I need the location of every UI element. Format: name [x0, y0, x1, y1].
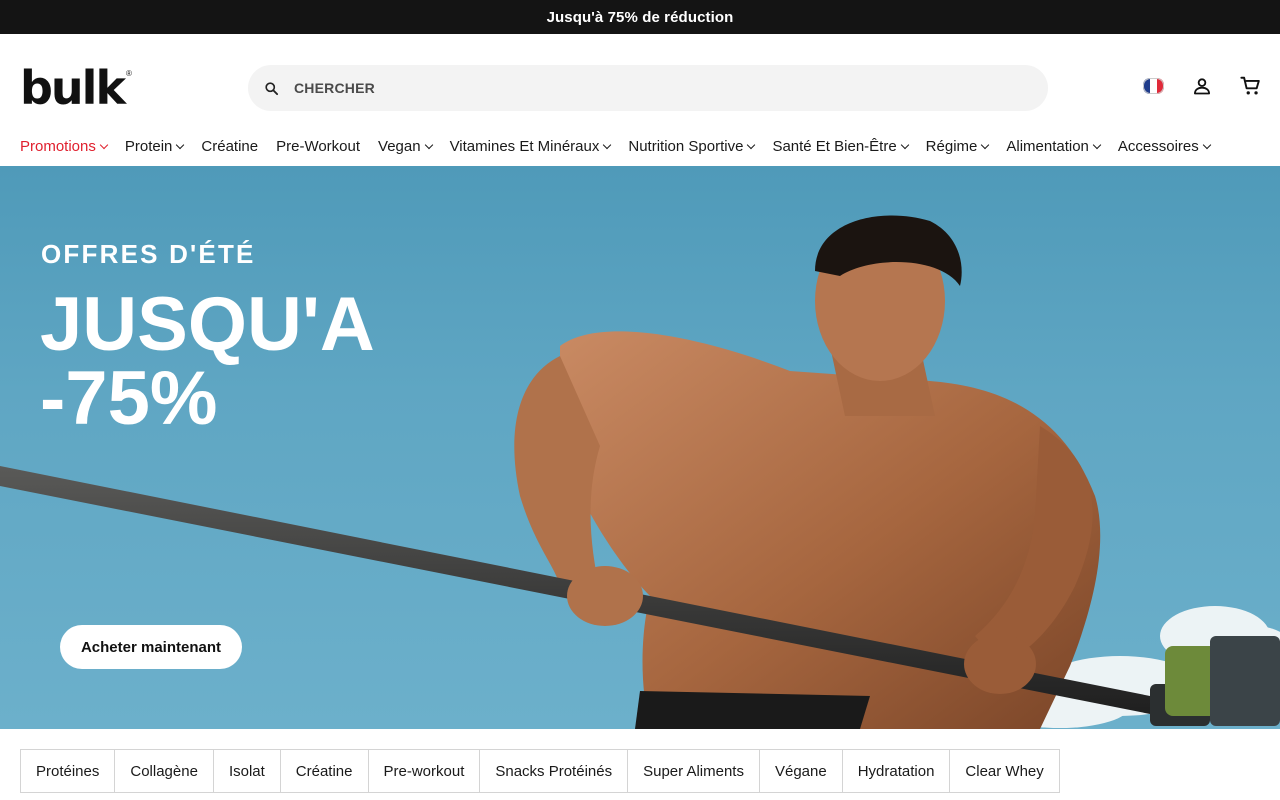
nav-label: Protein: [124, 137, 173, 155]
nav-label: Accessoires: [1117, 137, 1199, 155]
category-chip-clear-whey[interactable]: Clear Whey: [949, 749, 1060, 793]
nav-item-nutrition-sportive[interactable]: Nutrition Sportive: [628, 137, 756, 155]
search-bar[interactable]: [248, 65, 1048, 111]
logo-wordmark: bulk: [20, 61, 126, 115]
chevron-down-icon: [99, 140, 109, 149]
nav-item-accessoires[interactable]: Accessoires: [1117, 137, 1212, 155]
chevron-down-icon: [981, 140, 990, 149]
announcement-text: Jusqu'à 75% de réduction: [546, 8, 734, 26]
nav-item-regime[interactable]: Régime: [925, 137, 990, 155]
chevron-down-icon: [1202, 140, 1212, 149]
nav-label: Pre-Workout: [276, 137, 361, 155]
hero-banner[interactable]: OFFRES D'ÉTÉ JUSQU'A -75% Acheter mainte…: [0, 166, 1280, 729]
france-flag-icon[interactable]: [1142, 74, 1164, 98]
nav-item-sante[interactable]: Santé Et Bien-Être: [772, 137, 909, 155]
site-header: bulk ®: [0, 34, 1280, 126]
nav-item-alimentation[interactable]: Alimentation: [1006, 137, 1102, 155]
hero-kicker: OFFRES D'ÉTÉ: [41, 239, 256, 269]
chevron-down-icon: [1092, 140, 1102, 149]
category-chip-hydratation[interactable]: Hydratation: [841, 749, 951, 793]
shop-now-button[interactable]: Acheter maintenant: [60, 625, 242, 669]
chevron-down-icon: [176, 140, 185, 149]
chevron-down-icon: [747, 140, 756, 149]
category-chip-creatine[interactable]: Créatine: [279, 749, 369, 793]
nav-label: Régime: [925, 137, 978, 155]
announcement-bar: Jusqu'à 75% de réduction: [0, 0, 1280, 34]
account-icon[interactable]: [1191, 74, 1213, 98]
nav-item-pre-workout[interactable]: Pre-Workout: [276, 138, 360, 155]
nav-item-creatine[interactable]: Créatine: [201, 138, 258, 155]
category-chip-pre-workout[interactable]: Pre-workout: [367, 749, 481, 793]
hero-headline: JUSQU'A -75%: [40, 282, 375, 441]
chevron-down-icon: [900, 140, 909, 149]
nav-label: Alimentation: [1006, 137, 1089, 155]
category-chip-collagene[interactable]: Collagène: [114, 749, 214, 793]
cart-icon[interactable]: [1240, 74, 1262, 98]
nav-item-vegan[interactable]: Vegan: [378, 137, 433, 155]
logo-registered-mark: ®: [126, 69, 132, 78]
hero-headline-line1: JUSQU'A: [40, 282, 375, 367]
nav-label: Promotions: [20, 137, 96, 155]
search-input[interactable]: [294, 80, 994, 96]
category-chip-super-aliments[interactable]: Super Aliments: [627, 749, 760, 793]
header-actions: [1142, 74, 1262, 98]
category-chip-vegane[interactable]: Végane: [758, 749, 843, 793]
category-chip-proteines[interactable]: Protéines: [20, 749, 116, 793]
nav-item-promotions[interactable]: Promotions: [20, 137, 109, 155]
search-icon[interactable]: [262, 79, 280, 97]
bulk-logo[interactable]: bulk ®: [20, 61, 132, 115]
nav-item-vitamines[interactable]: Vitamines Et Minéraux: [449, 137, 612, 155]
nav-label: Vitamines Et Minéraux: [449, 137, 600, 155]
nav-label: Créatine: [201, 137, 259, 155]
chevron-down-icon: [603, 140, 612, 149]
nav-label: Nutrition Sportive: [628, 137, 744, 155]
hero-headline-line2: -75%: [40, 356, 218, 441]
category-chips: Protéines Collagène Isolat Créatine Pre-…: [20, 749, 1060, 793]
main-nav: Promotions Protein Créatine Pre-Workout …: [0, 126, 1280, 166]
nav-label: Santé Et Bien-Être: [772, 137, 897, 155]
category-chip-isolat[interactable]: Isolat: [212, 749, 281, 793]
nav-item-protein[interactable]: Protein: [124, 137, 185, 155]
nav-label: Vegan: [378, 137, 421, 155]
chevron-down-icon: [424, 140, 433, 149]
category-chip-snacks-proteines[interactable]: Snacks Protéinés: [479, 749, 629, 793]
